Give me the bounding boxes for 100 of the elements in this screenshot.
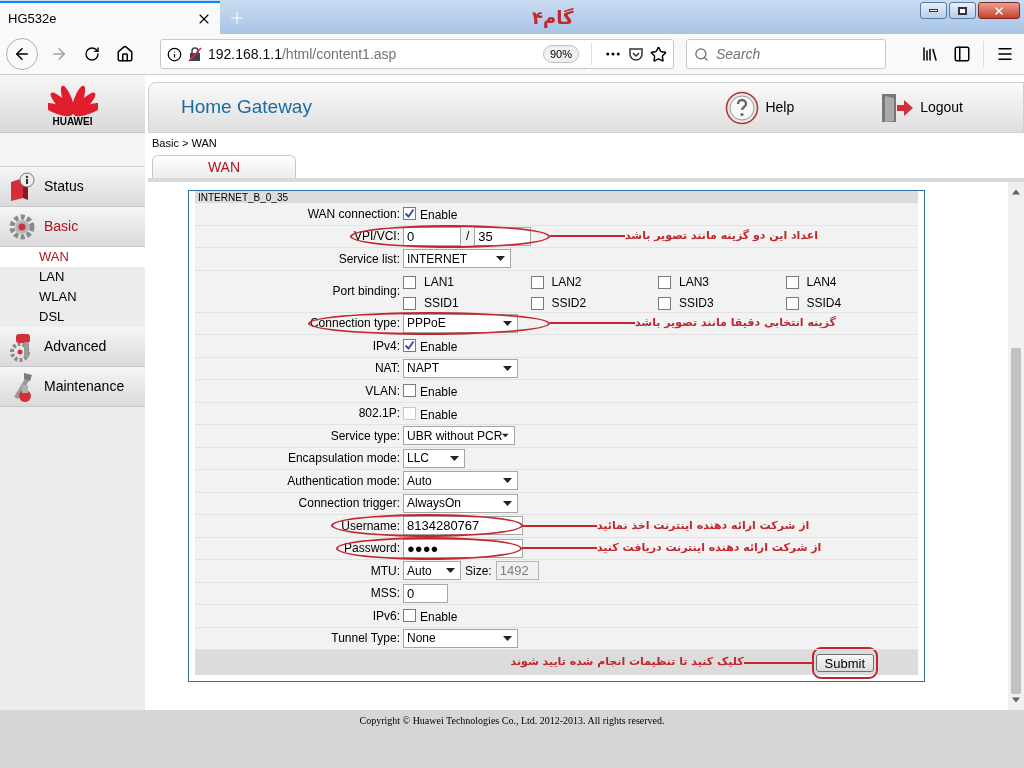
pocket-icon[interactable] — [628, 46, 644, 62]
field-label: Password: — [343, 540, 400, 558]
checkbox[interactable] — [785, 275, 799, 289]
input-field[interactable]: 8134280767 — [403, 516, 523, 536]
checkbox[interactable] — [403, 207, 416, 221]
dropdown-caret-icon — [502, 433, 509, 439]
dropdown[interactable]: Auto — [403, 471, 518, 491]
annotation-text: از شرکت ارائه دهنده اینترنت اخذ نمائید — [597, 517, 810, 534]
checkbox[interactable] — [530, 296, 544, 310]
field-label: MTU: — [370, 562, 400, 580]
port-label: SSID3 — [679, 295, 714, 312]
minimize-button[interactable] — [920, 2, 947, 19]
port-label: LAN2 — [551, 274, 582, 291]
browser-tab[interactable]: HG532e — [0, 1, 220, 34]
bookmark-star-icon[interactable] — [650, 45, 667, 63]
nav-item[interactable]: Basic — [0, 207, 145, 247]
checkbox[interactable] — [403, 339, 416, 353]
nav-item[interactable]: Status — [0, 167, 145, 207]
port-label: LAN4 — [806, 274, 837, 291]
input-field[interactable]: 0 — [403, 583, 448, 603]
annotation-text: کلیک کنید تا تنظیمات انجام شده تایید شوند — [510, 654, 744, 671]
checkbox[interactable] — [785, 296, 799, 310]
port-label: LAN1 — [424, 274, 455, 291]
menu-icon[interactable] — [996, 45, 1014, 63]
nav-subitem[interactable]: WAN — [0, 247, 145, 267]
nav-item[interactable]: Maintenance — [0, 367, 145, 407]
dropdown-caret-icon — [503, 500, 512, 506]
field-label: Connection type: — [309, 315, 400, 333]
dropdown[interactable]: INTERNET — [403, 249, 511, 269]
dropdown-caret-icon — [503, 320, 512, 326]
field-label: IPv6: — [372, 607, 400, 625]
info-sign-icon — [8, 171, 36, 202]
logout-link[interactable]: Logout — [920, 97, 963, 118]
restore-button[interactable] — [949, 2, 976, 19]
field-label: Service type: — [330, 427, 400, 445]
page-title: Home Gateway — [181, 95, 312, 120]
checkbox[interactable] — [658, 275, 671, 289]
close-window-button[interactable] — [978, 2, 1020, 19]
field-label: IPv4: — [372, 337, 400, 355]
address-bar[interactable]: 192.168.1.1/html/content1.asp 90% — [160, 39, 674, 69]
nav-item[interactable]: Advanced — [0, 327, 145, 367]
gear-icon — [8, 212, 36, 241]
sidebar-toggle-icon[interactable] — [953, 45, 971, 63]
field-label: Username: — [341, 517, 400, 535]
breadcrumb: Basic > WAN — [152, 135, 217, 151]
annotation-text: از شرکت ارائه دهنده اینترنت دریافت کنید — [597, 540, 822, 556]
password-field[interactable]: ●●●● — [403, 538, 523, 558]
checkbox[interactable] — [403, 609, 416, 623]
info-icon[interactable] — [167, 46, 182, 62]
checkbox[interactable] — [403, 275, 416, 289]
field-label: WAN connection: — [307, 205, 400, 223]
brand-name: HUAWEI — [52, 116, 93, 127]
exit-door-icon[interactable] — [880, 91, 915, 124]
checkbox-label: Enable — [420, 384, 458, 402]
size-label: Size: — [465, 562, 492, 580]
annotation-text: گزینه انتخابی دقیقا مانند تصویر باشد — [635, 315, 836, 331]
dropdown-caret-icon — [496, 256, 505, 262]
help-link[interactable]: Help — [765, 97, 795, 118]
input-field[interactable]: 0 — [403, 226, 461, 246]
input-field[interactable]: 35 — [474, 226, 532, 246]
input-field[interactable]: 1492 — [495, 561, 539, 581]
search-icon — [694, 46, 709, 62]
dropdown-caret-icon — [503, 365, 512, 371]
field-label: NAT: — [374, 360, 400, 378]
field-label: Port binding: — [332, 283, 400, 300]
reload-icon[interactable] — [84, 46, 100, 62]
close-icon — [993, 4, 1005, 17]
dropdown[interactable]: LLC — [403, 448, 465, 468]
scrollbar[interactable] — [1008, 182, 1024, 710]
checkbox[interactable] — [658, 296, 671, 310]
port-label: SSID1 — [424, 295, 459, 312]
port-label: LAN3 — [679, 274, 710, 291]
help-icon[interactable] — [725, 90, 760, 125]
dropdown[interactable]: Auto — [403, 561, 461, 581]
dropdown[interactable]: UBR without PCR — [403, 426, 515, 446]
annotation-text: اعداد این دو گزینه مانند تصویر باشد — [625, 228, 819, 244]
insecure-lock-icon[interactable] — [188, 46, 202, 62]
submit-button[interactable]: Submit — [815, 654, 874, 672]
checkbox[interactable] — [403, 296, 416, 310]
field-label: 802.1P: — [358, 405, 400, 423]
dropdown[interactable]: PPPoE — [403, 313, 518, 333]
section-title: INTERNET_B_0_35 — [198, 193, 289, 203]
checkbox[interactable] — [530, 275, 544, 289]
dropdown[interactable]: AlwaysOn — [403, 493, 518, 513]
field-label: Authentication mode: — [287, 472, 400, 490]
zoom-level-badge[interactable]: 90% — [542, 44, 579, 64]
dropdown[interactable]: None — [403, 628, 518, 648]
port-label: SSID2 — [551, 295, 587, 312]
field-label: VPI/VCI: — [354, 228, 400, 246]
field-label: MSS: — [370, 585, 400, 603]
page-tab[interactable]: WAN — [152, 155, 296, 178]
library-icon[interactable] — [921, 45, 939, 63]
search-field[interactable]: Search — [686, 39, 886, 69]
dropdown-caret-icon — [503, 635, 512, 641]
dropdown[interactable]: NAPT — [403, 358, 518, 378]
checkbox[interactable] — [403, 384, 416, 398]
separator-text: / — [466, 228, 470, 246]
url-text: 192.168.1.1/html/content1.asp — [208, 44, 397, 64]
checkbox-label: Enable — [420, 207, 458, 225]
home-icon[interactable] — [116, 45, 134, 63]
